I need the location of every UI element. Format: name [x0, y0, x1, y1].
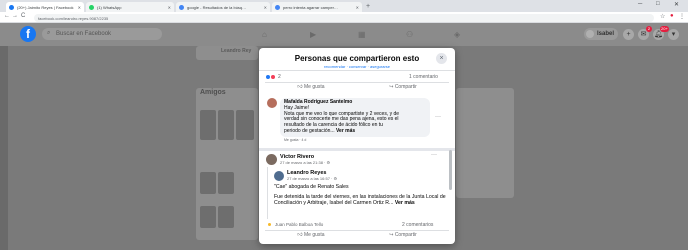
left-rail [0, 46, 8, 250]
background-post-author: Leandro Rey [221, 48, 252, 54]
profile-shortcut[interactable]: Isabel [584, 28, 619, 40]
close-tab-icon[interactable]: ✕ [261, 5, 267, 10]
shared-post-body-wrap: Fue detenida la tarde del viernes, en la… [274, 194, 446, 206]
comments-count[interactable]: 1 comentario [409, 74, 438, 80]
close-window-icon[interactable]: ✕ [674, 1, 679, 8]
shared-reactor: Juan Pablo Balboa Tello [275, 222, 324, 227]
close-tab-icon[interactable]: ✕ [165, 5, 171, 10]
like-button[interactable]: 👍︎ Me gusta [265, 231, 357, 240]
notifications-badge: 20+ [660, 26, 669, 32]
see-more-link[interactable]: Ver más [336, 128, 355, 134]
tab-google-search[interactable]: google - Resultados de la búsq… ✕ [176, 2, 270, 12]
extension-icon[interactable]: ● [670, 13, 674, 19]
tab-label: (20+) Jaimito Reyes | Facebook [17, 4, 74, 10]
whatsapp-favicon-icon [89, 4, 94, 10]
avatar[interactable] [267, 98, 277, 108]
friend-thumb[interactable] [200, 110, 216, 140]
url-text: facebook.com/leandro.reyes.9087/2235 [38, 16, 109, 21]
sharer-timestamp[interactable]: 27 de marzo a las 21:38 · ⚙ [280, 160, 330, 165]
browser-menu-icon[interactable]: ⋮ [679, 13, 685, 20]
google-favicon-icon [275, 4, 280, 10]
tab-facebook[interactable]: (20+) Jaimito Reyes | Facebook ✕ [6, 2, 84, 12]
shared-reactions-summary[interactable]: Juan Pablo Balboa Tello [267, 222, 323, 227]
comment-meta: Me gusta · 4 d [284, 138, 307, 142]
url-field[interactable]: facebook.com/leandro.reyes.9087/2235 [34, 14, 654, 22]
shared-comments-count[interactable]: 2 comentarios [402, 222, 433, 228]
friend-thumb[interactable] [218, 110, 234, 140]
watch-icon[interactable]: ▶ [310, 30, 316, 39]
tab-google-search-2[interactable]: perro intenta agarrar camper… ✕ [272, 2, 362, 12]
comment-options-icon[interactable]: ··· [435, 114, 441, 120]
modal-scrollbar[interactable] [449, 150, 452, 190]
google-favicon-icon [179, 4, 184, 10]
shares-modal: Personas que compartieron esto × recomen… [259, 48, 455, 244]
groups-icon[interactable]: ⚇ [406, 30, 413, 39]
shared-post-body: Fue detenida la tarde del viernes, en la… [274, 194, 446, 206]
facebook-logo-icon[interactable]: f [20, 26, 36, 42]
avatar[interactable] [266, 154, 277, 165]
account-menu-icon[interactable]: ▾ [668, 29, 679, 40]
comment-line: periodo de gestación... [284, 127, 335, 134]
avatar[interactable] [274, 171, 284, 181]
maximize-icon[interactable]: □ [656, 1, 660, 7]
love-reaction-icon [270, 74, 276, 80]
shared-post-headline: "Cae" abogada de Renato Sales [274, 184, 349, 190]
search-placeholder: Buscar en Facebook [56, 31, 112, 37]
reload-icon[interactable]: C [21, 13, 25, 19]
friend-thumb[interactable] [218, 172, 234, 194]
home-icon[interactable]: ⌂ [262, 30, 267, 39]
friend-thumb[interactable] [200, 172, 216, 194]
browser-tab-bar: (20+) Jaimito Reyes | Facebook ✕ (1) Wha… [0, 0, 688, 12]
close-tab-icon[interactable]: ✕ [75, 5, 81, 10]
divider [259, 70, 455, 71]
close-icon[interactable]: × [436, 53, 447, 64]
facebook-favicon-icon [9, 4, 14, 10]
shared-post-timestamp[interactable]: 27 de marzo a las 16:57 · ⚙ [287, 176, 337, 181]
share-button[interactable]: ↪ Compartir [357, 231, 449, 240]
facebook-search-input[interactable]: ⌕ Buscar en Facebook [42, 28, 162, 40]
share-options-icon[interactable]: ··· [431, 152, 437, 158]
haha-reaction-icon [267, 222, 272, 227]
like-button[interactable]: 👍︎ Me gusta [265, 83, 357, 92]
divider [259, 148, 455, 151]
reactions-summary[interactable]: 2 [265, 74, 281, 80]
shared-action-row: 👍︎ Me gusta ↪ Compartir [265, 230, 449, 240]
friends-heading: Amigos [200, 89, 226, 96]
modal-subtitle: recomendar · conservar · asegurarse [323, 64, 391, 69]
avatar [586, 30, 594, 38]
profile-name: Isabel [597, 31, 615, 37]
friend-thumb[interactable] [200, 206, 216, 228]
right-post-card [456, 88, 514, 198]
close-tab-icon[interactable]: ✕ [353, 5, 359, 10]
search-icon: ⌕ [47, 30, 51, 36]
see-more-link[interactable]: Ver más [395, 200, 415, 206]
comment-bubble: Mafalda Rodriguez Santelmo Hay Jaime! No… [280, 98, 430, 137]
shared-post: Leandro Reyes 27 de marzo a las 16:57 · … [267, 167, 449, 219]
gaming-icon[interactable]: ◈ [454, 30, 460, 39]
tab-whatsapp[interactable]: (1) WhatsApp ✕ [86, 2, 174, 12]
tab-label: perro intenta agarrar camper… [283, 4, 338, 10]
forward-arrow-icon[interactable]: → [12, 13, 18, 19]
create-button[interactable]: + [623, 29, 634, 40]
back-arrow-icon[interactable]: ← [4, 13, 10, 19]
share-button[interactable]: ↪ Compartir [357, 83, 449, 92]
friend-thumb[interactable] [218, 206, 234, 228]
friend-thumb[interactable] [236, 110, 254, 140]
star-bookmark-icon[interactable]: ☆ [660, 13, 665, 20]
minimize-icon[interactable]: ─ [638, 1, 642, 7]
tab-label: (1) WhatsApp [97, 4, 122, 10]
post-action-row: 👍︎ Me gusta ↪ Compartir [265, 82, 449, 92]
new-tab-button[interactable]: + [366, 2, 370, 11]
modal-title: Personas que compartieron esto [294, 54, 420, 63]
tab-label: google - Resultados de la búsq… [187, 4, 247, 10]
messenger-badge: 2 [646, 26, 652, 32]
marketplace-icon[interactable]: ▦ [358, 30, 366, 39]
reaction-count: 2 [278, 74, 281, 80]
